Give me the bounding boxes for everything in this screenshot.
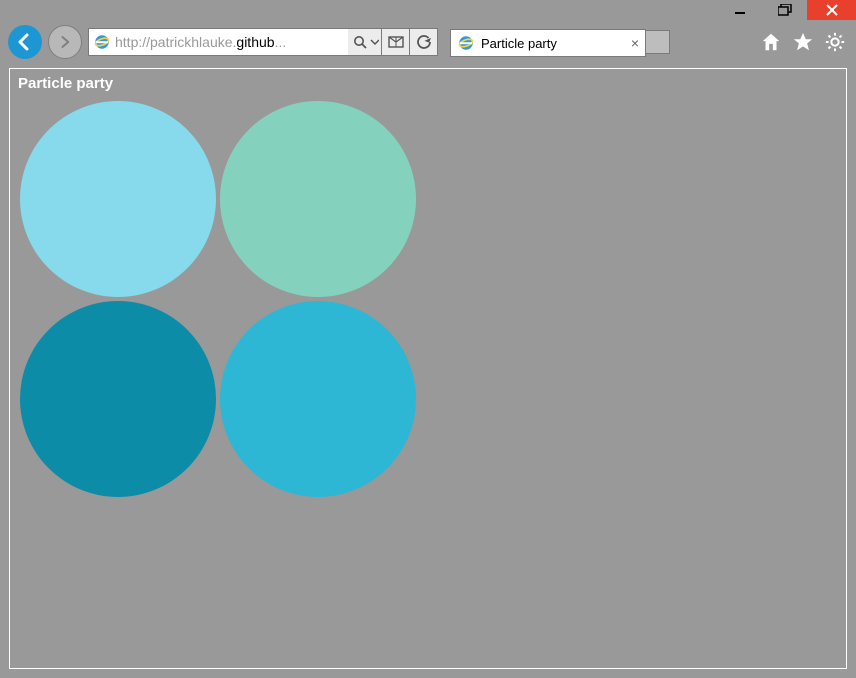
restore-button[interactable] xyxy=(762,0,807,20)
refresh-button[interactable] xyxy=(410,28,438,56)
new-tab-button[interactable] xyxy=(646,30,670,54)
page-viewport: Particle party xyxy=(9,68,847,669)
back-button[interactable] xyxy=(8,25,42,59)
particle-circle xyxy=(20,301,216,497)
window-caption-bar xyxy=(0,0,856,22)
page-heading: Particle party xyxy=(10,69,846,92)
favorites-icon[interactable] xyxy=(792,31,814,53)
particle-circle xyxy=(20,101,216,297)
ie-favicon-icon xyxy=(93,33,111,51)
address-bar-group: http://patrickhlauke.github... xyxy=(88,28,438,56)
compat-view-button[interactable] xyxy=(382,28,410,56)
tools-icon[interactable] xyxy=(824,31,846,53)
ie-favicon-icon xyxy=(457,34,475,52)
address-url: http://patrickhlauke.github... xyxy=(115,34,344,50)
close-window-button[interactable] xyxy=(807,0,856,20)
tab-title: Particle party xyxy=(481,36,625,51)
particle-circle xyxy=(220,301,416,497)
address-bar[interactable]: http://patrickhlauke.github... xyxy=(88,28,348,56)
command-bar xyxy=(760,31,846,53)
browser-toolbar: http://patrickhlauke.github... xyxy=(0,22,856,62)
minimize-button[interactable] xyxy=(717,0,762,20)
tab-strip: Particle party × xyxy=(450,27,670,57)
forward-button[interactable] xyxy=(48,25,82,59)
tab-close-button[interactable]: × xyxy=(631,35,639,51)
tab-active[interactable]: Particle party × xyxy=(450,29,646,57)
search-button[interactable] xyxy=(348,28,382,56)
home-icon[interactable] xyxy=(760,31,782,53)
particle-circle xyxy=(220,101,416,297)
